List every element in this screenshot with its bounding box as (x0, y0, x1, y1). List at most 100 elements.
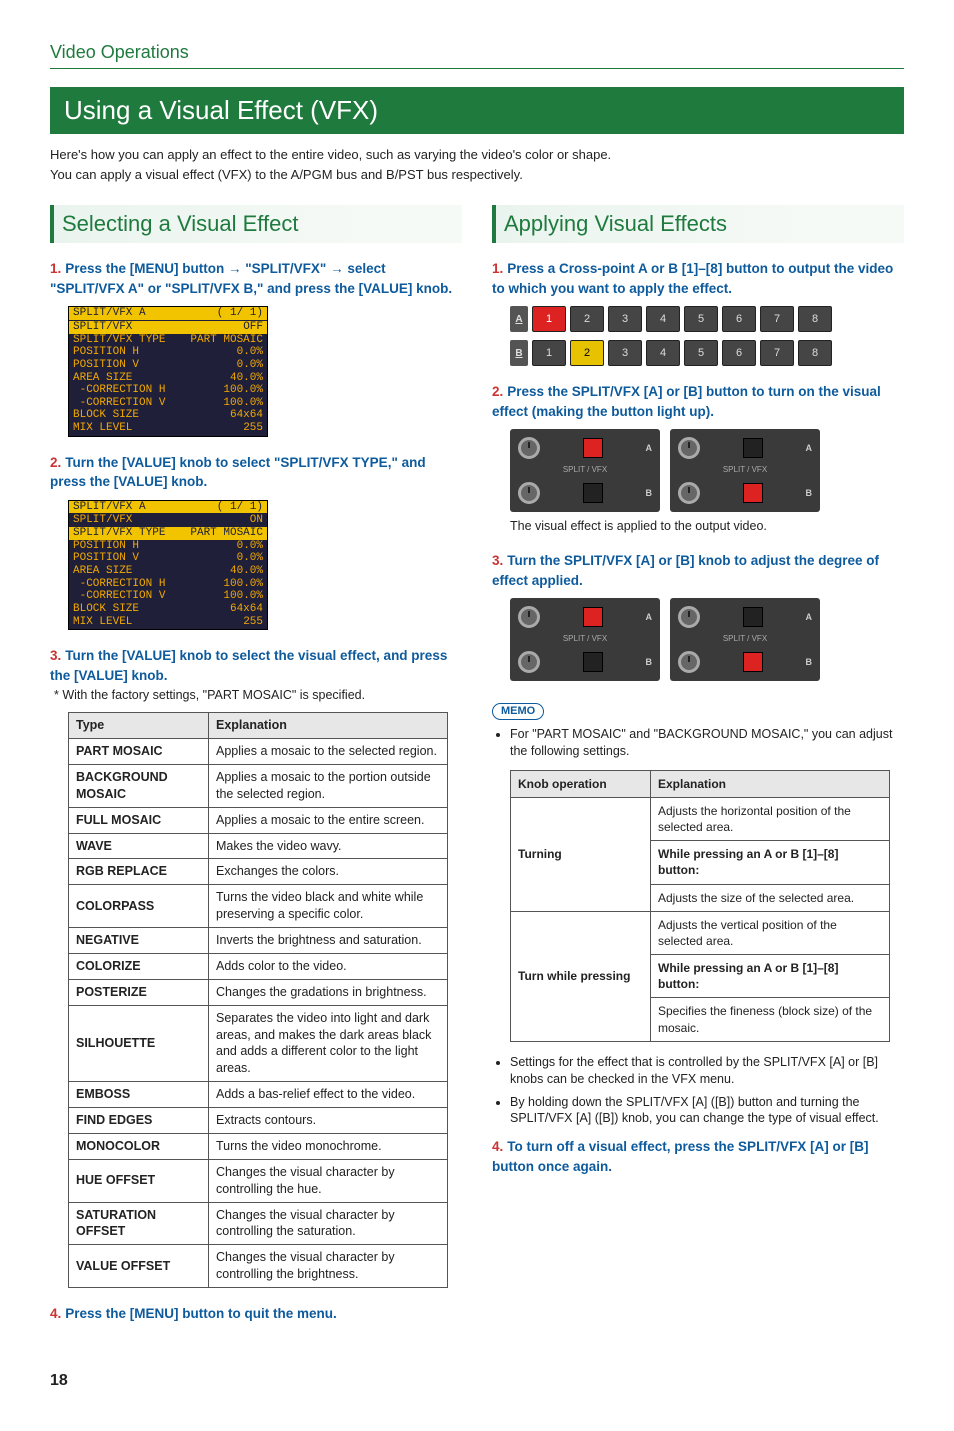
split-vfx-panel: A SPLIT / VFX B (510, 429, 660, 512)
vfx-b-button[interactable] (743, 483, 763, 503)
table-row: POSTERIZEChanges the gradations in brigh… (69, 979, 448, 1005)
table-row: TurningAdjusts the horizontal position o… (511, 797, 890, 840)
step-number: 1. (492, 261, 503, 276)
table-row: HUE OFFSETChanges the visual character b… (69, 1159, 448, 1202)
crosspoint-button[interactable]: 4 (646, 340, 680, 366)
section-label: Video Operations (50, 40, 904, 69)
step-r3: 3.Turn the SPLIT/VFX [A] or [B] knob to … (492, 551, 904, 681)
knob-operation-table: Knob operationExplanation TurningAdjusts… (510, 770, 890, 1042)
label-b: B (646, 656, 653, 668)
table-row: SILHOUETTESeparates the video into light… (69, 1005, 448, 1082)
knob-icon (518, 482, 540, 504)
step-text: Press the [MENU] button to quit the menu… (65, 1306, 337, 1321)
table-row: VALUE OFFSETChanges the visual character… (69, 1245, 448, 1288)
table-header: Explanation (651, 770, 890, 797)
crosspoint-button[interactable]: 6 (722, 306, 756, 332)
screen-row: SPLIT/VFX TYPEPART MOSAIC (69, 527, 267, 540)
crosspoint-button[interactable]: 5 (684, 340, 718, 366)
intro-block: Here's how you can apply an effect to th… (50, 146, 904, 183)
crosspoint-button[interactable]: 3 (608, 306, 642, 332)
knob-icon (678, 482, 700, 504)
screen-row: POSITION H0.0% (69, 540, 267, 553)
crosspoint-button[interactable]: 6 (722, 340, 756, 366)
step-text: Turn the SPLIT/VFX [A] or [B] knob to ad… (492, 553, 879, 588)
table-row: FULL MOSAICApplies a mosaic to the entir… (69, 807, 448, 833)
knob-icon (518, 651, 540, 673)
crosspoint-button[interactable]: 8 (798, 306, 832, 332)
crosspoint-button[interactable]: 8 (798, 340, 832, 366)
step-number: 2. (50, 455, 61, 470)
intro-text: You can apply a visual effect (VFX) to t… (50, 166, 904, 184)
menu-screenshot: SPLIT/VFX A( 1/ 1) SPLIT/VFXOFFSPLIT/VFX… (68, 306, 268, 436)
step-text: Press the [MENU] button → "SPLIT/VFX" → … (50, 261, 452, 296)
knob-icon (518, 606, 540, 628)
label-b: B (806, 656, 813, 668)
footnote: * With the factory settings, "PART MOSAI… (54, 687, 462, 704)
vfx-a-button[interactable] (583, 607, 603, 627)
knob-icon (518, 437, 540, 459)
step-1: 1.Press the [MENU] button → "SPLIT/VFX" … (50, 259, 462, 437)
knob-icon (678, 606, 700, 628)
screen-row: -CORRECTION V100.0% (69, 397, 267, 410)
table-header: Knob operation (511, 770, 651, 797)
vfx-types-table: TypeExplanation PART MOSAICApplies a mos… (68, 712, 448, 1288)
screen-row: POSITION V0.0% (69, 552, 267, 565)
step-text: Press a Cross-point A or B [1]–[8] butto… (492, 261, 893, 296)
vfx-a-button[interactable] (583, 438, 603, 458)
memo-bullet: Settings for the effect that is controll… (510, 1054, 904, 1088)
table-row: FIND EDGESExtracts contours. (69, 1108, 448, 1134)
label-a: A (806, 442, 813, 454)
row-label-b: B (510, 340, 528, 366)
crosspoint-button[interactable]: 2 (570, 306, 604, 332)
crosspoint-button[interactable]: 2 (570, 340, 604, 366)
split-vfx-label: SPLIT / VFX (518, 465, 652, 476)
step-text: Press the SPLIT/VFX [A] or [B] button to… (492, 384, 881, 419)
screen-row: AREA SIZE40.0% (69, 565, 267, 578)
label-b: B (646, 487, 653, 499)
screen-row: MIX LEVEL255 (69, 422, 267, 435)
label-a: A (646, 611, 653, 623)
memo-bullet: By holding down the SPLIT/VFX [A] ([B]) … (510, 1094, 904, 1128)
table-row: RGB REPLACEExchanges the colors. (69, 859, 448, 885)
screen-page: ( 1/ 1) (217, 307, 263, 320)
step-number: 4. (50, 1306, 61, 1321)
knob-icon (678, 437, 700, 459)
table-row: BACKGROUND MOSAICApplies a mosaic to the… (69, 764, 448, 807)
crosspoint-button[interactable]: 7 (760, 306, 794, 332)
screen-row: -CORRECTION H100.0% (69, 384, 267, 397)
memo-bullet: For "PART MOSAIC" and "BACKGROUND MOSAIC… (510, 726, 904, 760)
table-header: Type (69, 713, 209, 739)
crosspoint-row-b: B 12345678 (510, 340, 904, 366)
table-row: MONOCOLORTurns the video monochrome. (69, 1133, 448, 1159)
label-a: A (646, 442, 653, 454)
split-vfx-label: SPLIT / VFX (518, 634, 652, 645)
step-2: 2.Turn the [VALUE] knob to select "SPLIT… (50, 453, 462, 631)
crosspoint-button[interactable]: 1 (532, 306, 566, 332)
table-row: PART MOSAICApplies a mosaic to the selec… (69, 739, 448, 765)
table-row: NEGATIVEInverts the brightness and satur… (69, 928, 448, 954)
table-header: Explanation (209, 713, 448, 739)
table-row: COLORPASSTurns the video black and white… (69, 885, 448, 928)
step-text: To turn off a visual effect, press the S… (492, 1139, 869, 1174)
crosspoint-button[interactable]: 1 (532, 340, 566, 366)
screen-row: POSITION H0.0% (69, 346, 267, 359)
step-number: 1. (50, 261, 61, 276)
step-number: 4. (492, 1139, 503, 1154)
body-text: The visual effect is applied to the outp… (510, 518, 904, 535)
vfx-b-button[interactable] (743, 652, 763, 672)
page-number: 18 (50, 1370, 904, 1392)
vfx-b-button[interactable] (583, 652, 603, 672)
intro-text: Here's how you can apply an effect to th… (50, 146, 904, 164)
crosspoint-button[interactable]: 5 (684, 306, 718, 332)
screen-row: AREA SIZE40.0% (69, 372, 267, 385)
table-row: EMBOSSAdds a bas-relief effect to the vi… (69, 1082, 448, 1108)
crosspoint-button[interactable]: 4 (646, 306, 680, 332)
subheading-left: Selecting a Visual Effect (50, 205, 462, 243)
crosspoint-button[interactable]: 3 (608, 340, 642, 366)
screen-page: ( 1/ 1) (217, 501, 263, 514)
vfx-b-button[interactable] (583, 483, 603, 503)
split-vfx-panel: A SPLIT / VFX B (670, 598, 820, 681)
vfx-a-button[interactable] (743, 438, 763, 458)
crosspoint-button[interactable]: 7 (760, 340, 794, 366)
vfx-a-button[interactable] (743, 607, 763, 627)
